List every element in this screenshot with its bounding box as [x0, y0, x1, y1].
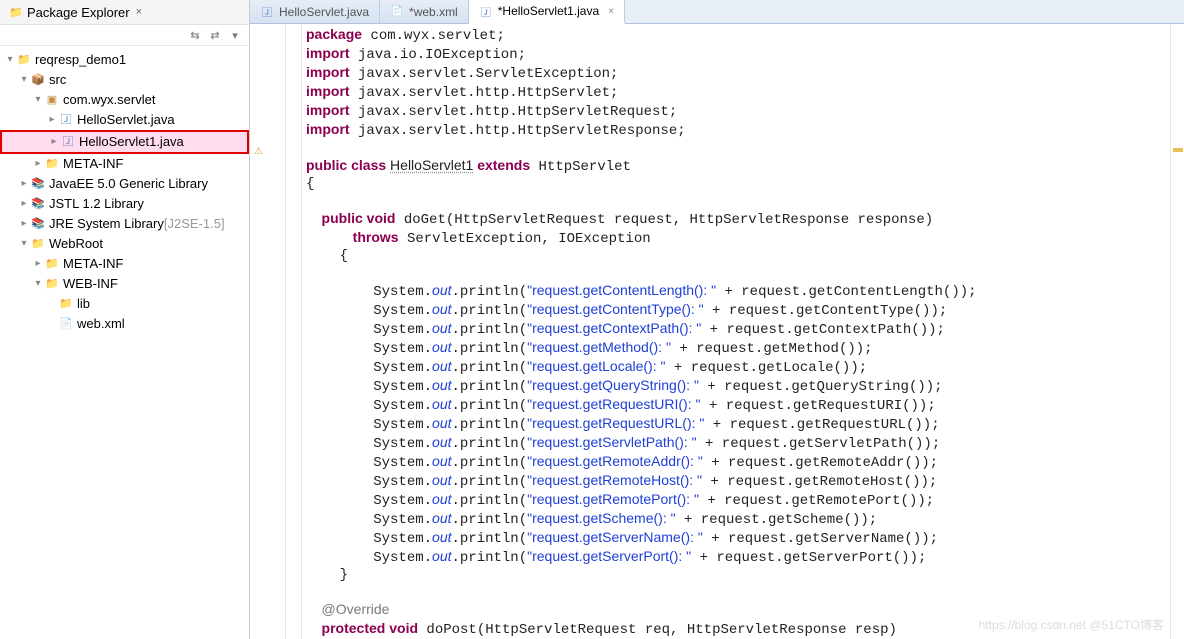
- tab-webxml[interactable]: 📄 *web.xml: [380, 0, 469, 23]
- tree-label: META-INF: [63, 255, 123, 273]
- code-editor[interactable]: ⚠ package com.wyx.servlet; import java.i…: [250, 24, 1184, 639]
- tab-label: HelloServlet.java: [279, 5, 369, 19]
- tree-webroot-metainf[interactable]: ▸📁META-INF: [0, 254, 249, 274]
- tree-project[interactable]: ▾📁reqresp_demo1: [0, 50, 249, 70]
- warning-icon: ⚠: [254, 146, 266, 158]
- tree-lib-javaee[interactable]: ▸📚JavaEE 5.0 Generic Library: [0, 174, 249, 194]
- tree-label: JSTL 1.2 Library: [49, 195, 144, 213]
- tree-label: HelloServlet.java: [77, 111, 175, 129]
- java-file-icon: 🄹: [479, 4, 493, 18]
- folder-icon: 📁: [44, 256, 60, 272]
- fold-bar: [286, 24, 302, 639]
- tree-lib-jre[interactable]: ▸📚JRE System Library [J2SE-1.5]: [0, 214, 249, 234]
- tree-label: WEB-INF: [63, 275, 118, 293]
- tree-lib-folder[interactable]: 📁lib: [0, 294, 249, 314]
- tab-helloservlet1[interactable]: 🄹 *HelloServlet1.java ×: [469, 0, 625, 24]
- xml-file-icon: 📄: [58, 316, 74, 332]
- tab-label: *HelloServlet1.java: [498, 4, 599, 18]
- tab-label: *web.xml: [409, 5, 458, 19]
- project-icon: 📁: [16, 52, 32, 68]
- view-menu-icon[interactable]: ▾: [227, 27, 243, 43]
- library-icon: 📚: [30, 176, 46, 192]
- tree-webxml[interactable]: 📄web.xml: [0, 314, 249, 334]
- tree-label: JRE System Library: [49, 215, 164, 233]
- xml-file-icon: 📄: [390, 5, 404, 19]
- tree-webinf[interactable]: ▾📁WEB-INF: [0, 274, 249, 294]
- project-tree: ▾📁reqresp_demo1 ▾📦src ▾▣com.wyx.servlet …: [0, 46, 249, 639]
- editor-tabs: 🄹 HelloServlet.java 📄 *web.xml 🄹 *HelloServ…: [250, 0, 1184, 24]
- tree-meta-inf[interactable]: ▸📁META-INF: [0, 154, 249, 174]
- tab-helloservlet[interactable]: 🄹 HelloServlet.java: [250, 0, 380, 23]
- tree-label-suffix: [J2SE-1.5]: [164, 215, 225, 233]
- overview-ruler: [1170, 24, 1184, 639]
- package-icon: ▣: [44, 92, 60, 108]
- sidebar-header: 📁 Package Explorer ×: [0, 0, 249, 25]
- tree-package[interactable]: ▾▣com.wyx.servlet: [0, 90, 249, 110]
- tree-file-helloservlet[interactable]: ▸🄹HelloServlet.java: [0, 110, 249, 130]
- link-editor-icon[interactable]: ⇄: [207, 27, 223, 43]
- tree-label: lib: [77, 295, 90, 313]
- warning-marker[interactable]: [1173, 148, 1183, 152]
- tree-label: META-INF: [63, 155, 123, 173]
- folder-icon: 📁: [30, 236, 46, 252]
- java-file-icon: 🄹: [60, 134, 76, 150]
- tree-file-helloservlet1[interactable]: ▸🄹HelloServlet1.java: [0, 130, 249, 154]
- tree-label: web.xml: [77, 315, 125, 333]
- tree-lib-jstl[interactable]: ▸📚JSTL 1.2 Library: [0, 194, 249, 214]
- close-icon[interactable]: ×: [608, 6, 614, 17]
- folder-icon: 📁: [8, 4, 24, 20]
- collapse-all-icon[interactable]: ⇆: [187, 27, 203, 43]
- tree-label: JavaEE 5.0 Generic Library: [49, 175, 208, 193]
- library-icon: 📚: [30, 216, 46, 232]
- tree-webroot[interactable]: ▾📁WebRoot: [0, 234, 249, 254]
- package-explorer-panel: 📁 Package Explorer × ⇆ ⇄ ▾ ▾📁reqresp_dem…: [0, 0, 250, 639]
- source-folder-icon: 📦: [30, 72, 46, 88]
- folder-icon: 📁: [44, 156, 60, 172]
- tree-label: src: [49, 71, 66, 89]
- tree-label: WebRoot: [49, 235, 103, 253]
- folder-icon: 📁: [58, 296, 74, 312]
- editor-gutter: ⚠: [250, 24, 286, 639]
- sidebar-title: Package Explorer: [27, 5, 130, 20]
- java-file-icon: 🄹: [58, 112, 74, 128]
- tree-label: com.wyx.servlet: [63, 91, 155, 109]
- java-file-icon: 🄹: [260, 5, 274, 19]
- code-content[interactable]: package com.wyx.servlet; import java.io.…: [302, 24, 1170, 639]
- library-icon: 📚: [30, 196, 46, 212]
- tree-label: HelloServlet1.java: [79, 133, 184, 151]
- folder-icon: 📁: [44, 276, 60, 292]
- sidebar-toolbar: ⇆ ⇄ ▾: [0, 25, 249, 46]
- tree-src[interactable]: ▾📦src: [0, 70, 249, 90]
- editor-area: 🄹 HelloServlet.java 📄 *web.xml 🄹 *HelloServ…: [250, 0, 1184, 639]
- tree-label: reqresp_demo1: [35, 51, 126, 69]
- close-icon[interactable]: ×: [136, 6, 142, 18]
